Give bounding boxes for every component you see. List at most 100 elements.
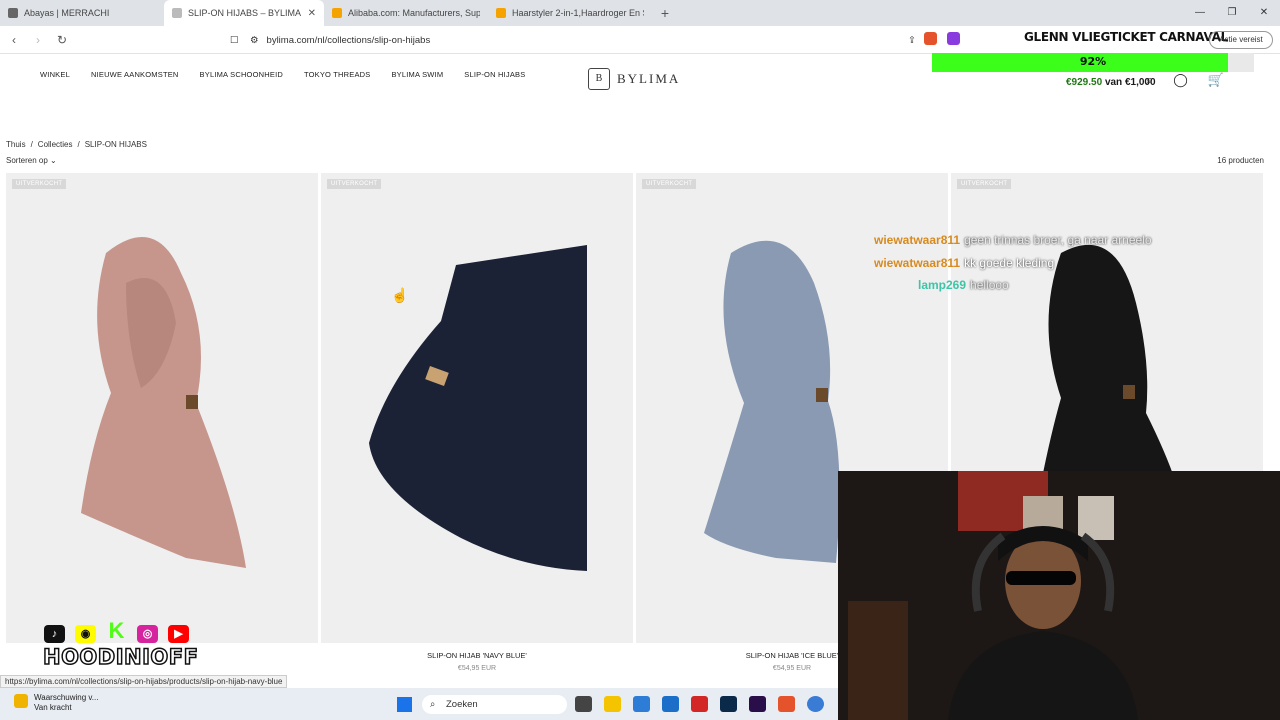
- breadcrumb-home[interactable]: Thuis: [6, 140, 26, 149]
- reload-icon[interactable]: ↻: [52, 33, 72, 47]
- extension-icons: [924, 32, 960, 45]
- weather-warning-widget[interactable]: Waarschuwing v... Van kracht: [14, 693, 98, 713]
- windows-start-icon[interactable]: [397, 697, 412, 712]
- cart-icon[interactable]: 🛒: [1208, 72, 1224, 88]
- nav-item[interactable]: NIEUWE AANKOMSTEN: [91, 70, 179, 79]
- warning-title: Waarschuwing v...: [34, 693, 99, 702]
- kick-icon: K: [108, 618, 125, 643]
- product-count: 16 producten: [1217, 156, 1264, 165]
- tiktok-icon: ♪: [44, 625, 65, 643]
- breadcrumb: Thuis / Collecties / SLIP-ON HIJABS: [6, 140, 147, 149]
- webcam-image: [838, 471, 1280, 720]
- sort-dropdown[interactable]: Sorteren op ⌄: [6, 156, 57, 165]
- nav-item[interactable]: BYLIMA SCHOONHEID: [200, 70, 283, 79]
- search-placeholder: Zoeken: [446, 699, 478, 710]
- brave-shields-icon[interactable]: [924, 32, 937, 45]
- channel-name: HOODINIOFF: [42, 644, 199, 670]
- share-icon[interactable]: ⇪: [908, 35, 916, 46]
- goal-progress-bar: 92%: [932, 53, 1254, 72]
- goal-title: GLENN VLIEGTICKET CARNAVAL: [1024, 30, 1228, 44]
- tab-bar: Abayas | MERRACHI SLIP-ON HIJABS – BYLIM…: [0, 0, 1280, 26]
- tab-title: Haarstyler 2-in-1,Haardroger En Stijl...: [512, 8, 644, 18]
- outlook-icon[interactable]: [662, 696, 679, 712]
- gmail-icon: [8, 8, 18, 18]
- breadcrumb-sep: /: [30, 140, 33, 149]
- premiere-icon[interactable]: [749, 696, 766, 712]
- file-explorer-icon[interactable]: [604, 696, 621, 712]
- nav-item[interactable]: SLIP-ON HIJABS: [464, 70, 525, 79]
- instagram-icon: ◎: [137, 625, 158, 643]
- tab-merrachi[interactable]: Abayas | MERRACHI: [0, 0, 164, 26]
- brave-rewards-icon[interactable]: [947, 32, 960, 45]
- close-tab-icon[interactable]: ✕: [308, 8, 316, 19]
- acrobat-icon[interactable]: [691, 696, 708, 712]
- back-icon[interactable]: ‹: [4, 33, 24, 47]
- warning-subtitle: Van kracht: [34, 703, 72, 712]
- site-logo[interactable]: B BYLIMA: [588, 68, 680, 90]
- forward-icon[interactable]: ›: [28, 33, 48, 47]
- minimize-icon[interactable]: —: [1184, 0, 1216, 26]
- stream-chat: wiewatwaar811 geen trinnas broer, ga naar…: [874, 229, 1152, 297]
- webcam-feed: [838, 471, 1280, 720]
- nav-item[interactable]: BYLIMA SWIM: [391, 70, 443, 79]
- action-required-button[interactable]: Actie vereist: [1209, 31, 1273, 49]
- tab-alibaba[interactable]: Alibaba.com: Manufacturers, Supplie...: [324, 0, 488, 26]
- chevron-down-icon: ⌄: [50, 156, 57, 165]
- site-header-icons: ⌕ ◯ 🛒: [1146, 72, 1224, 88]
- tab-haarstyler[interactable]: Haarstyler 2-in-1,Haardroger En Stijl...: [488, 0, 652, 26]
- chat-message: wiewatwaar811 kk goede kleding: [874, 252, 1152, 275]
- tab-title: SLIP-ON HIJABS – BYLIMA: [188, 8, 302, 18]
- alibaba-icon: [496, 8, 506, 18]
- breadcrumb-sep: /: [77, 140, 80, 149]
- nav-item[interactable]: WINKEL: [40, 70, 70, 79]
- taskbar-apps: [575, 696, 824, 712]
- account-icon[interactable]: ◯: [1173, 72, 1188, 88]
- product-image: [81, 237, 246, 568]
- status-url: https://bylima.com/nl/collections/slip-o…: [0, 675, 288, 688]
- nav-item[interactable]: TOKYO THREADS: [304, 70, 371, 79]
- taskbar: Waarschuwing v... Van kracht ⌕ Zoeken: [0, 688, 838, 720]
- warning-icon: [14, 694, 28, 708]
- taskbar-search[interactable]: ⌕ Zoeken: [422, 695, 567, 714]
- youtube-icon: ▶: [168, 625, 189, 643]
- logo-mark: B: [588, 68, 610, 90]
- brave-icon[interactable]: [778, 696, 795, 712]
- snapchat-icon: ◉: [75, 625, 96, 643]
- close-window-icon[interactable]: ✕: [1248, 0, 1280, 26]
- site-info-icon[interactable]: ⚙: [250, 35, 259, 46]
- logo-text: BYLIMA: [617, 71, 681, 86]
- product-price: €54,95 EUR: [457, 665, 497, 672]
- tab-bylima[interactable]: SLIP-ON HIJABS – BYLIMA ✕: [164, 0, 324, 26]
- site-nav: WINKEL NIEUWE AANKOMSTEN BYLIMA SCHOONHE…: [40, 70, 525, 79]
- tab-title: Abayas | MERRACHI: [24, 8, 110, 18]
- goal-sep: van: [1104, 77, 1123, 88]
- restore-icon[interactable]: ❐: [1216, 0, 1248, 26]
- breadcrumb-collections[interactable]: Collecties: [38, 140, 73, 149]
- url-field[interactable]: ☐ ⚙ bylima.com/nl/collections/slip-on-hi…: [230, 31, 930, 49]
- new-tab-button[interactable]: +: [652, 5, 678, 21]
- tab-title: Alibaba.com: Manufacturers, Supplie...: [348, 8, 480, 18]
- product-card[interactable]: UITVERKOCHT ☝: [321, 173, 633, 643]
- app-icon[interactable]: [807, 696, 824, 712]
- search-icon[interactable]: ⌕: [1146, 72, 1153, 88]
- product-name[interactable]: SLIP-ON HIJAB 'NAVY BLUE': [321, 651, 633, 660]
- chat-text: geen trinnas broer, ga naar arneelo: [964, 233, 1152, 247]
- product-card[interactable]: UITVERKOCHT: [6, 173, 318, 643]
- product-image: [369, 245, 587, 571]
- photoshop-icon[interactable]: [720, 696, 737, 712]
- goal-current: €929.50: [1066, 77, 1103, 88]
- window-controls: — ❐ ✕: [1184, 0, 1280, 26]
- task-view-icon[interactable]: [575, 696, 592, 712]
- chat-message: wiewatwaar811 geen trinnas broer, ga naar…: [874, 229, 1152, 252]
- bookmark-icon[interactable]: ☐: [230, 35, 239, 46]
- social-icons: ♪ ◉ K ◎ ▶: [44, 619, 189, 643]
- goal-amount: €929.50 van €1,000: [1066, 77, 1156, 88]
- chat-text: kk goede kleding: [964, 255, 1055, 270]
- alibaba-icon: [332, 8, 342, 18]
- chat-text: hellooo: [970, 278, 1009, 292]
- url-text: bylima.com/nl/collections/slip-on-hijabs: [266, 34, 431, 46]
- store-icon[interactable]: [633, 696, 650, 712]
- chat-user: wiewatwaar811: [874, 255, 961, 270]
- chat-user: wiewatwaar811: [874, 233, 961, 247]
- goal-percent: 92%: [1079, 55, 1107, 68]
